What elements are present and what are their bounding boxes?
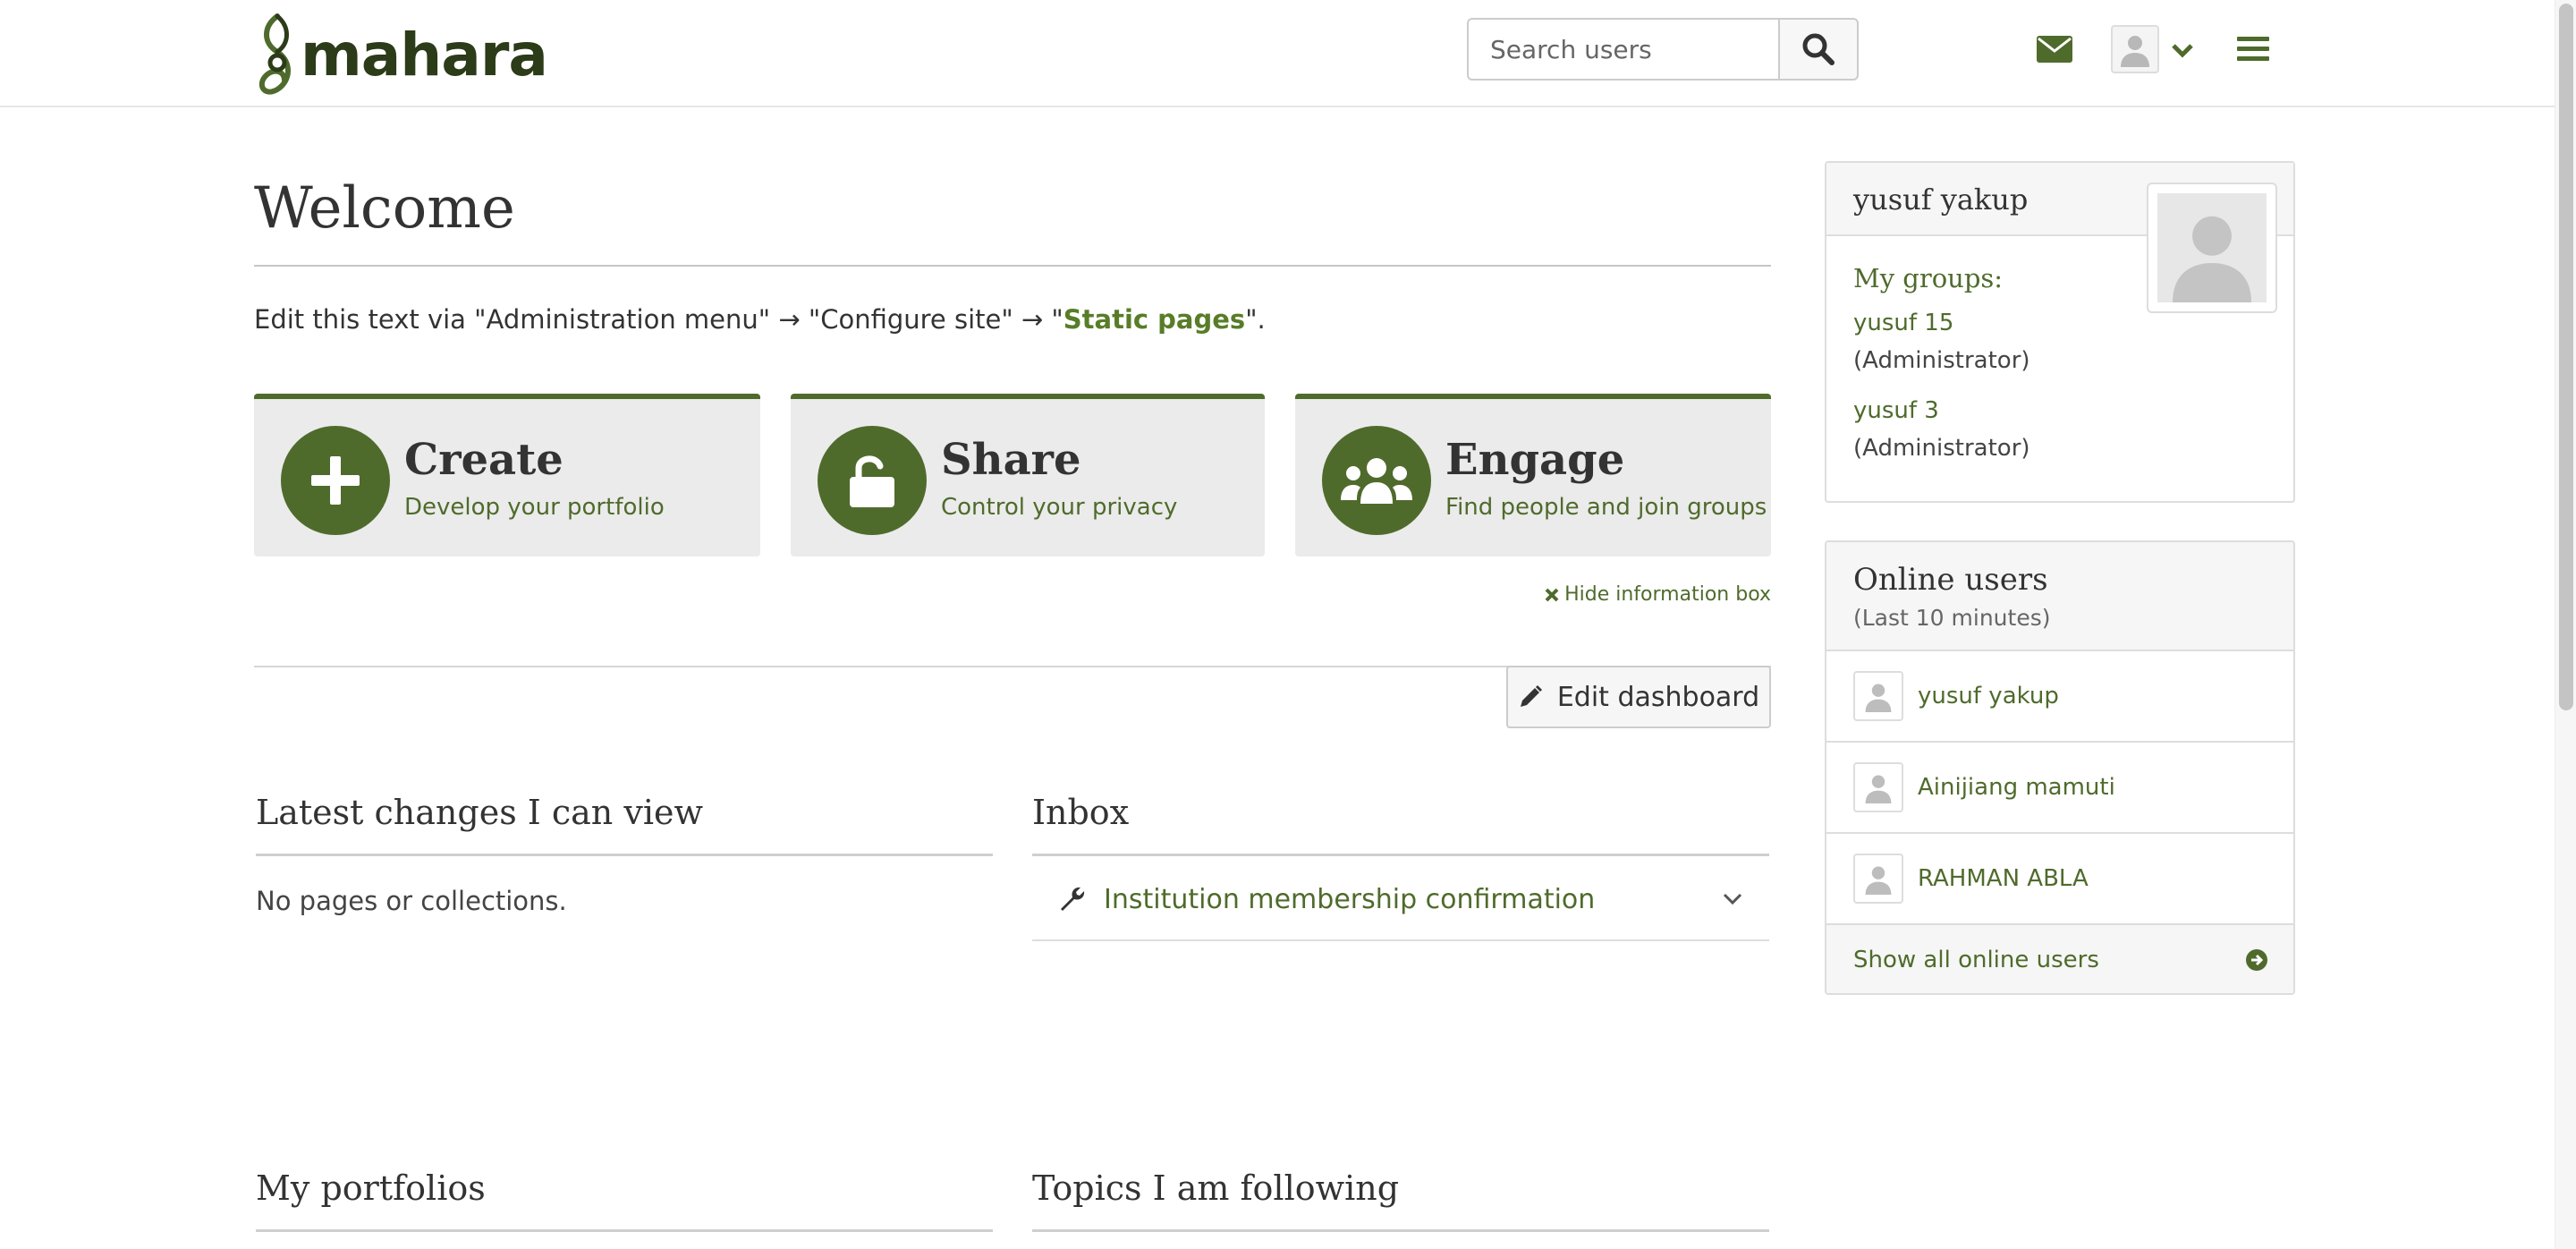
profile-avatar[interactable] — [2147, 183, 2277, 313]
group-link[interactable]: yusuf 15 — [1853, 310, 1953, 336]
pencil-icon — [1520, 685, 1542, 707]
no-pages-text: No pages or collections. — [256, 886, 567, 916]
show-all-online-users-link[interactable]: Show all online users — [1826, 925, 2293, 993]
profile-block: yusuf yakup My groups: yusuf 15 (Adminis… — [1825, 161, 2295, 503]
share-subtitle: Control your privacy — [941, 494, 1178, 521]
user-silhouette-icon — [2173, 216, 2251, 302]
hide-info-label: Hide information box — [1564, 583, 1771, 606]
my-portfolios-rule — [256, 1229, 993, 1232]
inbox-envelope-button[interactable] — [2036, 30, 2073, 68]
close-icon — [1545, 588, 1559, 601]
mahara-logo[interactable]: mahara — [254, 11, 548, 97]
online-users-header: Online users (Last 10 minutes) — [1826, 542, 2293, 651]
search-icon — [1802, 33, 1835, 65]
users-icon — [1341, 458, 1412, 504]
inbox-item-text: Institution membership confirmation — [1104, 883, 1596, 915]
user-silhouette-icon — [2121, 36, 2149, 67]
share-title: Share — [941, 435, 1081, 485]
show-all-label: Show all online users — [1853, 947, 2099, 973]
user-silhouette-icon — [1865, 775, 1892, 803]
online-user-name[interactable]: RAHMAN ABLA — [1918, 865, 2089, 892]
group-role: (Administrator) — [1853, 347, 2030, 374]
avatar-frame — [2157, 193, 2267, 302]
create-title: Create — [404, 435, 564, 485]
share-card[interactable]: Share Control your privacy — [791, 394, 1265, 557]
inbox-title: Inbox — [1032, 793, 1130, 832]
edit-dashboard-label: Edit dashboard — [1556, 681, 1760, 713]
create-card[interactable]: Create Develop your portfolio — [254, 394, 760, 557]
top-header: mahara — [0, 0, 2555, 107]
online-users-block: Online users (Last 10 minutes) yusuf yak… — [1825, 540, 2295, 995]
plus-icon — [311, 456, 360, 505]
main-menu-button[interactable] — [2236, 32, 2270, 66]
latest-changes-title: Latest changes I can view — [256, 793, 703, 832]
create-subtitle: Develop your portfolio — [404, 494, 665, 521]
engage-title: Engage — [1445, 435, 1625, 485]
wrench-icon — [1061, 887, 1085, 911]
user-search — [1467, 18, 1859, 81]
engage-circle — [1322, 426, 1431, 535]
chevron-down-icon — [2172, 44, 2193, 58]
online-user-name[interactable]: Ainijiang mamuti — [1918, 774, 2115, 801]
engage-subtitle: Find people and join groups — [1445, 494, 1767, 521]
edit-dashboard-button[interactable]: Edit dashboard — [1506, 666, 1771, 728]
online-user-row[interactable]: RAHMAN ABLA — [1826, 834, 2293, 925]
profile-name[interactable]: yusuf yakup — [1853, 183, 2028, 217]
share-circle — [818, 426, 927, 535]
user-menu-dropdown[interactable] — [2170, 38, 2195, 63]
intro-suffix: ". — [1245, 304, 1266, 335]
intro-text: Edit this text via "Administration menu"… — [254, 304, 1266, 335]
create-circle — [281, 426, 390, 535]
inbox-item[interactable]: Institution membership confirmation — [1032, 859, 1769, 941]
engage-card[interactable]: Engage Find people and join groups — [1295, 394, 1771, 557]
search-input[interactable] — [1467, 18, 1778, 81]
group-link[interactable]: yusuf 3 — [1853, 397, 1939, 424]
latest-changes-rule — [256, 854, 993, 856]
search-button[interactable] — [1778, 18, 1859, 81]
avatar — [1853, 671, 1903, 721]
inbox-rule — [1032, 854, 1769, 856]
static-pages-link[interactable]: Static pages — [1063, 304, 1245, 335]
avatar — [1853, 854, 1903, 904]
avatar — [1853, 762, 1903, 812]
intro-prefix: Edit this text via "Administration menu"… — [254, 304, 1063, 335]
title-divider — [254, 265, 1771, 267]
group-role: (Administrator) — [1853, 435, 2030, 462]
online-user-name[interactable]: yusuf yakup — [1918, 683, 2059, 709]
my-groups-label: My groups: — [1853, 263, 2004, 293]
user-silhouette-icon — [1865, 866, 1892, 895]
logo-text: mahara — [301, 21, 548, 89]
user-silhouette-icon — [1865, 684, 1892, 712]
online-users-subtitle: (Last 10 minutes) — [1853, 605, 2051, 631]
vertical-scrollbar[interactable] — [2555, 0, 2576, 1249]
online-user-row[interactable]: Ainijiang mamuti — [1826, 743, 2293, 834]
user-menu-avatar[interactable] — [2111, 25, 2159, 73]
my-portfolios-title: My portfolios — [256, 1168, 486, 1208]
mahara-logo-mark-icon — [258, 13, 291, 95]
chevron-down-icon — [1723, 893, 1742, 905]
online-user-row[interactable]: yusuf yakup — [1826, 651, 2293, 743]
scrollbar-thumb[interactable] — [2559, 4, 2573, 710]
topics-title: Topics I am following — [1032, 1168, 1400, 1208]
arrow-circle-right-icon — [2246, 949, 2267, 971]
topics-rule — [1032, 1229, 1769, 1232]
unlock-icon — [850, 455, 894, 507]
online-users-title: Online users — [1853, 562, 2048, 598]
page-title: Welcome — [254, 175, 515, 242]
hide-info-box-link[interactable]: Hide information box — [1545, 583, 1771, 606]
hamburger-menu-icon — [2237, 37, 2269, 61]
envelope-icon — [2037, 36, 2072, 63]
